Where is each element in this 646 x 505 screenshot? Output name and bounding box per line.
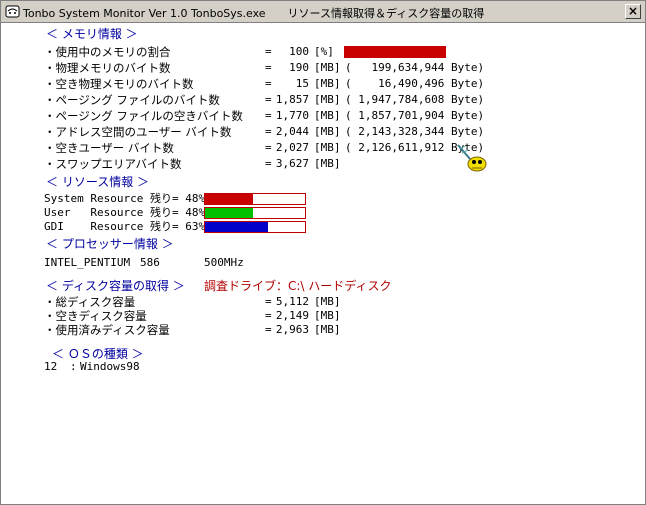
drive-label: 調査ドライブ：C:\ ハードディスク	[204, 279, 392, 293]
memory-row-value: 1,857	[275, 93, 309, 106]
memory-row-label: ・アドレス空間のユーザー バイト数	[44, 125, 232, 139]
memory-row-eq: =	[265, 141, 272, 154]
memory-row-value: 1,770	[275, 109, 309, 122]
memory-row-label: ・ページング ファイルの空きバイト数	[44, 109, 243, 123]
resource-header: ＜ リソース情報 ＞	[46, 175, 150, 189]
resource-bar	[204, 193, 306, 205]
disk-row-unit: [MB]	[314, 323, 341, 336]
dragonfly-mascot-icon	[457, 144, 487, 172]
disk-row-eq: =	[265, 309, 272, 322]
memory-row-label: ・空きユーザー バイト数	[44, 141, 174, 155]
processor-name: INTEL_PENTIUM	[44, 256, 131, 269]
os-separator: :	[70, 360, 77, 373]
disk-row-label: ・総ディスク容量	[44, 295, 136, 309]
memory-header: ＜ メモリ情報 ＞	[46, 27, 138, 41]
os-code: 12	[44, 360, 58, 373]
memory-row-eq: =	[265, 157, 272, 170]
resource-row-label: User Resource 残り= 48%	[44, 206, 206, 219]
memory-row-label: ・物理メモリのバイト数	[44, 61, 171, 75]
memory-row-bytes: ( 16,490,496 Byte)	[345, 77, 485, 90]
memory-row-value: 2,044	[275, 125, 309, 138]
resource-bar-fill	[205, 194, 253, 204]
memory-row-unit: [MB]	[314, 157, 341, 170]
memory-row-value: 190	[289, 61, 309, 74]
memory-row-unit: [MB]	[314, 61, 341, 74]
os-name: Windows98	[80, 360, 140, 373]
disk-row-value: 2,149	[275, 309, 309, 322]
resource-row-label: GDI Resource 残り= 63%	[44, 220, 206, 233]
memory-row-unit: [MB]	[314, 93, 341, 106]
main-window: Tonbo System Monitor Ver 1.0 TonboSys.ex…	[0, 0, 646, 505]
resource-bar-fill	[205, 208, 253, 218]
memory-row-eq: =	[265, 45, 272, 58]
memory-row-unit: [MB]	[314, 141, 341, 154]
memory-row-value: 100	[289, 45, 309, 58]
memory-row-unit: [MB]	[314, 77, 341, 90]
disk-header: ＜ ディスク容量の取得 ＞	[46, 279, 185, 293]
memory-row-eq: =	[265, 61, 272, 74]
title-bar[interactable]: Tonbo System Monitor Ver 1.0 TonboSys.ex…	[1, 1, 645, 23]
resource-bar	[204, 221, 306, 233]
memory-row-value: 2,027	[275, 141, 309, 154]
memory-row-eq: =	[265, 93, 272, 106]
window-title: Tonbo System Monitor Ver 1.0 TonboSys.ex…	[23, 7, 485, 20]
memory-row-label: ・ページング ファイルのバイト数	[44, 93, 220, 107]
disk-row-label: ・使用済みディスク容量	[44, 323, 170, 337]
memory-row-bytes: ( 1,947,784,608 Byte)	[345, 93, 485, 106]
memory-row-value: 3,627	[275, 157, 309, 170]
memory-row-eq: =	[265, 125, 272, 138]
processor-speed: 500MHz	[204, 256, 244, 269]
disk-row-eq: =	[265, 323, 272, 336]
memory-row-bytes: ( 2,143,328,344 Byte)	[345, 125, 485, 138]
memory-row-eq: =	[265, 109, 272, 122]
disk-row-value: 2,963	[275, 323, 309, 336]
memory-row-bytes: ( 199,634,944 Byte)	[345, 61, 485, 74]
disk-row-label: ・空きディスク容量	[44, 309, 147, 323]
close-button[interactable]: ×	[625, 4, 641, 19]
memory-row-label: ・使用中のメモリの割合	[44, 45, 171, 59]
memory-row-unit: [MB]	[314, 109, 341, 122]
processor-model: 586	[140, 256, 160, 269]
disk-row-unit: [MB]	[314, 295, 341, 308]
client-area: ＜ メモリ情報 ＞ ・使用中のメモリの割合 = 100 [%] ・物理メモリのバイト数 =…	[2, 23, 644, 503]
resource-row-label: System Resource 残り= 48%	[44, 192, 206, 205]
memory-row-label: ・スワップエリアバイト数	[44, 157, 182, 171]
os-header: ＜ ＯＳの種類 ＞	[52, 347, 144, 361]
resource-bar-fill	[205, 222, 268, 232]
memory-row-eq: =	[265, 77, 272, 90]
resource-bar	[204, 207, 306, 219]
disk-row-eq: =	[265, 295, 272, 308]
processor-header: ＜ プロセッサー情報 ＞	[46, 237, 174, 251]
memory-row-unit: [%]	[314, 45, 334, 58]
memory-row-unit: [MB]	[314, 125, 341, 138]
memory-row-value: 15	[295, 77, 309, 90]
app-icon	[5, 5, 20, 18]
memory-row-label: ・空き物理メモリのバイト数	[44, 77, 194, 91]
memory-row-bytes: ( 1,857,701,904 Byte)	[345, 109, 485, 122]
disk-row-unit: [MB]	[314, 309, 341, 322]
memory-usage-bar	[344, 46, 446, 58]
disk-row-value: 5,112	[275, 295, 309, 308]
